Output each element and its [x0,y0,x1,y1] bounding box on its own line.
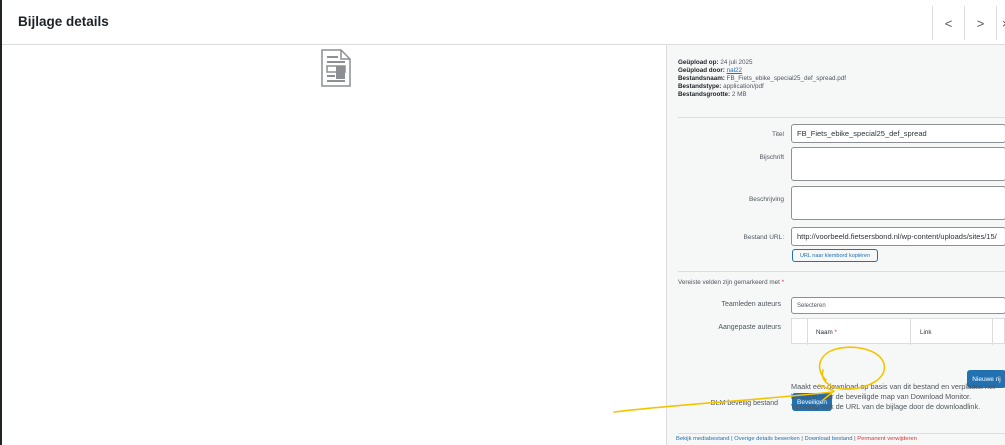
required-note-text: Vereiste velden zijn gemarkeerd met [678,279,780,286]
column-link-header: Link [920,329,932,336]
column-separator [807,319,808,345]
modal-title: Bijlage details [18,14,109,29]
close-modal-button[interactable]: × [996,6,1005,40]
dlm-protect-label: DLM beveilig bestand [710,400,778,407]
caption-label: Bijschrift [759,154,784,161]
filesize-label: Bestandsgrootte: [678,91,731,98]
uploaded-by-label: Geüpload door: [678,67,725,74]
required-fields-note: Vereiste velden zijn gemarkeerd met * [678,279,784,286]
filetype-value: application/pdf [723,83,764,90]
chevron-right-icon: > [976,15,985,31]
filesize-value: 2 MB [731,91,747,98]
filename-label: Bestandsnaam: [678,75,725,82]
team-authors-select[interactable]: Selecteren [791,297,1005,314]
download-file-link[interactable]: Download bestand [804,436,852,442]
uploaded-on-value: 24 juli 2025 [720,59,753,66]
copy-url-button[interactable]: URL naar klembord kopiëren [792,249,878,262]
file-url-input[interactable]: http://voorbeeld.fietsersbond.nl/wp-cont… [791,227,1005,246]
file-metadata: Geüpload op: 24 juli 2025 Geüpload door:… [678,59,846,99]
title-label: Titel [771,131,784,138]
next-attachment-button[interactable]: > [964,6,996,40]
separator: | [854,436,856,442]
filename-value: FB_Fiets_ebike_special25_def_spread.pdf [726,75,847,82]
caption-textarea[interactable] [791,147,1005,181]
custom-authors-table-header: Naam * Link [791,318,1005,345]
edit-details-link[interactable]: Overige details bewerken [734,436,799,442]
modal-header: Bijlage details < > × [2,0,1005,45]
uploaded-by-link[interactable]: nal22 [727,67,742,74]
delete-permanently-link[interactable]: Permanent verwijderen [857,436,917,442]
attachment-actions: Bekijk mediabestand | Overige details be… [676,436,917,442]
team-authors-label: Teamleden auteurs [721,301,781,308]
divider [678,433,1005,434]
column-separator [992,319,993,345]
description-textarea[interactable] [791,186,1005,220]
separator: | [801,436,803,442]
divider [678,271,1005,272]
separator: | [731,436,733,442]
previous-attachment-button[interactable]: < [932,6,964,40]
view-media-link[interactable]: Bekijk mediabestand [676,436,730,442]
column-name-label: Naam [816,329,833,336]
title-input[interactable]: FB_Fiets_ebike_special25_def_spread [791,124,1005,143]
attachment-preview [2,45,666,445]
description-label: Beschrijving [748,196,784,203]
file-url-label: Bestand URL: [743,234,784,241]
column-name-header: Naam * [816,329,837,336]
dlm-description: Maakt een download op basis van dit best… [791,382,996,411]
uploaded-on-label: Geüpload op: [678,59,719,66]
required-marker: * [781,279,785,286]
filetype-label: Bestandstype: [678,83,722,90]
document-icon [321,49,351,87]
custom-authors-label: Aangepaste auteurs [718,324,781,331]
column-separator [910,319,911,345]
divider [678,117,1005,118]
chevron-left-icon: < [944,15,953,31]
required-marker: * [834,329,837,336]
